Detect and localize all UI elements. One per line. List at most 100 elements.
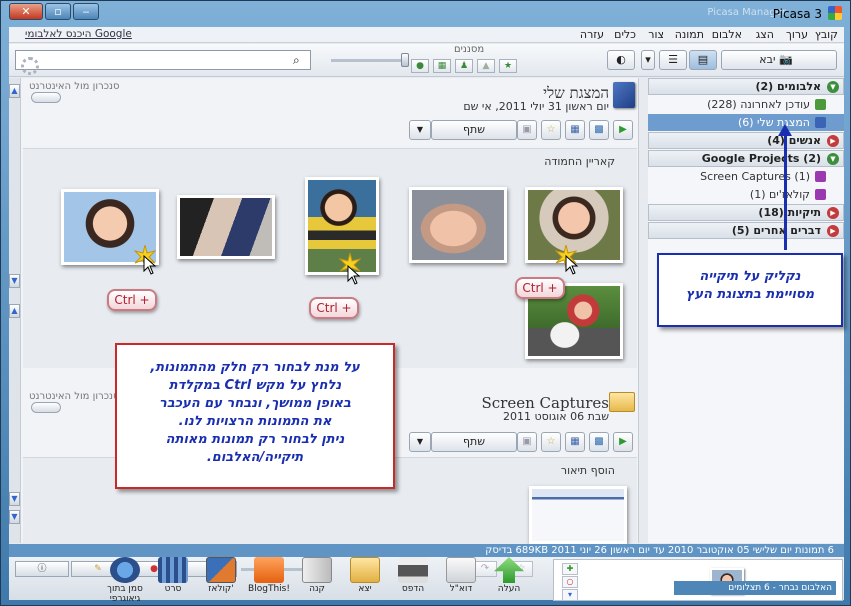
geotag-button[interactable]: סמן בתוך גיאוגרפי — [103, 557, 147, 604]
upload-button[interactable]: העלה — [487, 557, 531, 594]
callout-arrow — [784, 130, 787, 250]
import-button[interactable]: יבא 📷 — [721, 50, 837, 70]
menu-file[interactable]: קובץ — [815, 28, 838, 41]
tool-label: הדפס — [401, 584, 425, 594]
filter-movie-icon[interactable]: ▦ — [433, 59, 451, 73]
tree-item-recent[interactable]: עודכן לאחרונה (228) — [648, 96, 844, 113]
email-button[interactable]: דוא"ל — [439, 557, 483, 594]
scroll-down-icon[interactable]: ▼ — [9, 492, 20, 506]
tree-group-folders[interactable]: ▶ תיקיות (18) — [648, 204, 844, 221]
tree-item-collages[interactable]: קולאז'ים (1) — [648, 186, 844, 203]
filter-star-icon[interactable]: ★ — [499, 59, 517, 73]
list-view-icon[interactable]: ☰ — [659, 50, 687, 70]
project-icon — [815, 189, 826, 200]
collage-icon[interactable]: ▦ — [565, 432, 585, 452]
rotate-view-icon[interactable]: ◐ — [607, 50, 635, 70]
sync-toggle[interactable] — [31, 92, 61, 103]
import-label: יבא — [759, 53, 776, 66]
signin-link[interactable]: היכנס לאלבומי Google — [25, 28, 132, 40]
left-scrollbar[interactable]: ▲ ▼ ▲ ▼ ▼ — [9, 78, 21, 543]
collapse-arrow-icon[interactable]: ▶ — [827, 135, 839, 147]
menu-create[interactable]: צור — [648, 28, 664, 41]
photo-grid: קאריין החמודה — [23, 148, 637, 368]
photo-thumbnail[interactable] — [529, 486, 627, 544]
menu-view[interactable]: הצג — [756, 28, 774, 41]
title-bar: ✕ ▫ ‒ Picasa Manager Picasa 3 — [1, 1, 850, 27]
play-slideshow-icon[interactable]: ▶ — [613, 120, 633, 140]
search-input[interactable]: ⌕ — [15, 50, 311, 70]
print-button[interactable]: הדפס — [391, 557, 435, 594]
album-caption[interactable]: הוסף תיאור — [561, 464, 615, 477]
maximize-button[interactable]: ▫ — [45, 3, 71, 20]
expand-arrow-icon[interactable]: ▼ — [827, 81, 839, 93]
menu-bar: היכנס לאלבומי Google קובץ ערוך הצג אלבום… — [9, 27, 844, 43]
menu-help[interactable]: עזרה — [580, 28, 604, 41]
hold-pin-icon[interactable]: ✚ — [562, 563, 578, 575]
clear-selection-icon[interactable]: ○ — [562, 576, 578, 588]
thumbnail-slider-track[interactable] — [331, 59, 406, 62]
scroll-up-icon[interactable]: ▲ — [9, 84, 20, 98]
filter-pin-icon[interactable]: ● — [411, 59, 429, 73]
collapse-arrow-icon[interactable]: ▶ — [827, 225, 839, 237]
close-button[interactable]: ✕ — [9, 3, 43, 20]
app-window: ✕ ▫ ‒ Picasa Manager Picasa 3 היכנס לאלב… — [0, 0, 851, 606]
play-slideshow-icon[interactable]: ▶ — [613, 432, 633, 452]
thumbnail-slider-knob[interactable] — [401, 53, 409, 67]
expand-arrow-icon[interactable]: ▼ — [827, 153, 839, 165]
tool-label: דוא"ל — [449, 584, 473, 594]
album-caption[interactable]: קאריין החמודה — [544, 155, 615, 168]
collage-icon[interactable]: ▦ — [565, 120, 585, 140]
tool-label: סמן בתוך גיאוגרפי — [107, 584, 143, 604]
menu-picture[interactable]: תמונה — [675, 28, 704, 41]
scroll-down-icon[interactable]: ▼ — [9, 510, 20, 524]
save-disk-icon[interactable]: ▣ — [517, 120, 537, 140]
tree-group-albums[interactable]: ▼ אלבומים (2) — [648, 78, 844, 95]
photo-thumbnail[interactable] — [409, 187, 507, 263]
collage-button[interactable]: קולאז' — [199, 557, 243, 594]
sync-toggle[interactable] — [31, 402, 61, 413]
share-dropdown-icon[interactable]: ▼ — [409, 120, 431, 140]
tree-item-my-slideshow[interactable]: המצגת שלי (6) — [648, 114, 844, 131]
album-actions: ▼ שתף ▣ ☆ ▦ ▩ ▶ — [23, 120, 637, 142]
grid-view-icon[interactable]: ▤ — [689, 50, 717, 70]
filter-upload-icon[interactable]: ▲ — [477, 59, 495, 73]
add-to-album-icon[interactable]: ▾ — [562, 589, 578, 601]
collapse-arrow-icon[interactable]: ▶ — [827, 207, 839, 219]
menu-album[interactable]: אלבום — [712, 28, 742, 41]
movie-icon[interactable]: ▩ — [589, 120, 609, 140]
export-button[interactable]: יצא — [343, 557, 387, 594]
scroll-up-icon[interactable]: ▲ — [9, 304, 20, 318]
share-button[interactable]: שתף — [431, 432, 517, 452]
tree-item-screen-captures[interactable]: Screen Captures (1) — [648, 168, 844, 185]
status-bar: 6 תמונות יום שלישי 05 אוקטובר 2010 עד יו… — [9, 544, 844, 557]
star-icon[interactable]: ☆ — [541, 120, 561, 140]
share-dropdown-icon[interactable]: ▼ — [409, 432, 431, 452]
search-icon: ⌕ — [293, 53, 300, 67]
shop-button[interactable]: קנה — [295, 557, 339, 594]
photo-thumbnail[interactable] — [177, 195, 275, 259]
blogthis-button[interactable]: BlogThis! — [247, 557, 291, 594]
tree-group-label: Google Projects (2) — [701, 152, 821, 165]
info-icon[interactable]: ⓘ — [15, 561, 69, 577]
star-icon[interactable]: ☆ — [541, 432, 561, 452]
movie-icon[interactable]: ▩ — [589, 432, 609, 452]
tree-group-other[interactable]: ▶ דברים אחרים (5) — [648, 222, 844, 239]
tree-group-label: אלבומים (2) — [755, 80, 821, 93]
selection-label: האלבום נבחר - 6 תצלומים — [674, 581, 836, 595]
mouse-cursor-icon — [565, 255, 579, 275]
filter-people-icon[interactable]: ♟ — [455, 59, 473, 73]
tree-item-label: קולאז'ים (1) — [749, 188, 810, 201]
view-dropdown-icon[interactable]: ▾ — [641, 50, 655, 70]
callout-line: מסויימת בתצוגת העץ — [685, 287, 815, 302]
share-button[interactable]: שתף — [431, 120, 517, 140]
album-icon — [815, 99, 826, 110]
save-disk-icon[interactable]: ▣ — [517, 432, 537, 452]
tree-group-google-projects[interactable]: ▼ Google Projects (2) — [648, 150, 844, 167]
scroll-down-icon[interactable]: ▼ — [9, 274, 20, 288]
movie-button[interactable]: סרט — [151, 557, 195, 594]
menu-tools[interactable]: כלים — [614, 28, 636, 41]
menu-edit[interactable]: ערוך — [786, 28, 808, 41]
minimize-button[interactable]: ‒ — [73, 3, 99, 20]
callout-line: על מנת לבחור רק חלק מהתמונות, — [150, 360, 360, 375]
tree-group-people[interactable]: ▶ אנשים (4) — [648, 132, 844, 149]
